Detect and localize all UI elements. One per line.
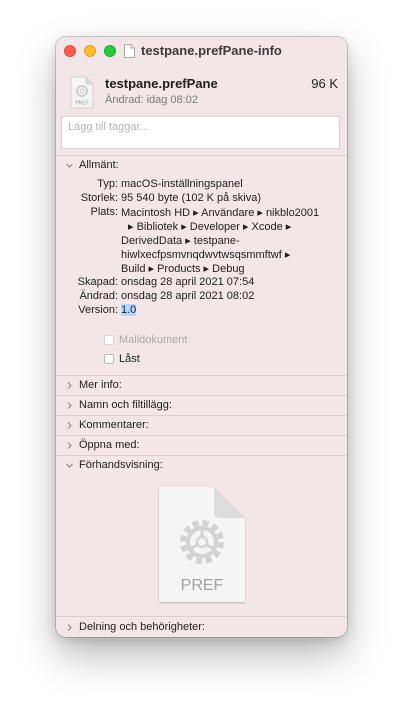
title-bar[interactable]: testpane.prefPane-info [56, 37, 347, 65]
modified-value: onsdag 28 april 2021 08:02 [121, 290, 255, 302]
locked-label[interactable]: Låst [119, 353, 140, 365]
where-line: ▸ Bibliotek ▸ Developer ▸ Xcode ▸ [128, 221, 292, 233]
where-line: hiwlxecfpsmvnqdwvtwsqsmmftwf ▸ [121, 249, 291, 261]
locked-checkbox-row[interactable]: Låst [104, 353, 140, 365]
file-header: PREF testpane.prefPane 96 K Ändrad: idag… [56, 75, 347, 115]
chevron-right-icon[interactable] [65, 381, 74, 390]
section-comments-label: Kommentarer: [79, 419, 149, 431]
version-value[interactable]: 1.0 [121, 304, 137, 316]
preview-icon-label: PREF [181, 577, 224, 594]
created-value: onsdag 28 april 2021 07:54 [121, 276, 255, 288]
section-more-info[interactable]: Mer info: [56, 376, 347, 394]
version-key: Version: [78, 304, 118, 316]
divider [56, 616, 347, 617]
section-general-label: Allmänt: [79, 159, 119, 171]
file-modified: Ändrad: idag 08:02 [105, 94, 198, 106]
where-line: Macintosh HD ▸ Användare ▸ nikblo2001 [121, 207, 320, 219]
minimize-button[interactable] [84, 45, 96, 57]
file-size: 96 K [311, 76, 338, 91]
section-general[interactable]: Allmänt: [56, 156, 347, 174]
file-name: testpane.prefPane [105, 76, 218, 91]
section-name-ext-label: Namn och filtillägg: [79, 399, 172, 411]
section-more-info-label: Mer info: [79, 379, 122, 391]
stationery-checkbox-row: Malldokument [104, 334, 187, 346]
info-window: testpane.prefPane-info PREF testpane.pre… [56, 37, 347, 637]
created-key: Skapad: [77, 276, 118, 288]
where-line: DerivedData ▸ testpane- [121, 235, 240, 247]
section-preview[interactable]: Förhandsvisning: [56, 456, 347, 474]
chevron-right-icon[interactable] [65, 441, 74, 450]
prefpane-file-icon: PREF [70, 76, 94, 109]
chevron-right-icon[interactable] [65, 401, 74, 410]
chevron-right-icon[interactable] [65, 623, 74, 632]
section-preview-label: Förhandsvisning: [79, 459, 163, 471]
where-key: Plats: [90, 206, 118, 218]
section-sharing-label: Delning och behörigheter: [79, 621, 205, 633]
tags-field[interactable]: Lägg till taggar... [61, 116, 340, 149]
document-icon [124, 43, 135, 58]
locked-checkbox[interactable] [104, 354, 114, 364]
stationery-checkbox [104, 335, 114, 345]
type-value: macOS-inställningspanel [121, 178, 243, 190]
section-open-with[interactable]: Öppna med: [56, 436, 347, 454]
window-title: testpane.prefPane-info [141, 43, 282, 58]
where-line: Build ▸ Products ▸ Debug [121, 263, 245, 275]
chevron-right-icon[interactable] [65, 421, 74, 430]
section-open-with-label: Öppna med: [79, 439, 140, 451]
section-comments[interactable]: Kommentarer: [56, 416, 347, 434]
zoom-button[interactable] [104, 45, 116, 57]
preview-prefpane-icon: PREF [159, 487, 245, 602]
stationery-label: Malldokument [119, 334, 188, 346]
chevron-down-icon[interactable] [65, 461, 74, 470]
size-key: Storlek: [80, 192, 118, 204]
close-button[interactable] [64, 45, 76, 57]
general-info: Typ: macOS-inställningspanel Storlek: 95… [56, 178, 347, 318]
size-value: 95 540 byte (102 K på skiva) [121, 192, 262, 204]
type-key: Typ: [97, 178, 118, 190]
file-icon-label: PREF [75, 101, 88, 107]
section-sharing[interactable]: Delning och behörigheter: [56, 618, 347, 636]
modified-key: Ändrad: [79, 290, 118, 302]
chevron-down-icon[interactable] [65, 161, 74, 170]
section-name-ext[interactable]: Namn och filtillägg: [56, 396, 347, 414]
